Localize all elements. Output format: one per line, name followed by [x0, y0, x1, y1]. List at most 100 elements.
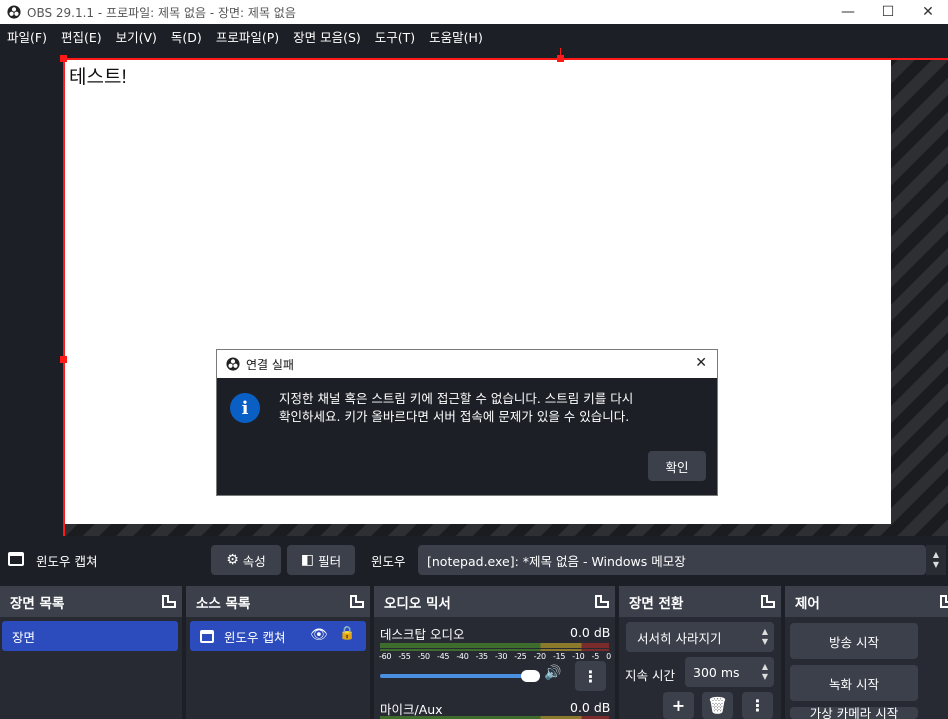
meter-scale-tick: -55	[398, 652, 411, 661]
sources-dock: 소스 목록	[186, 586, 370, 719]
filter-icon: ◧	[300, 552, 315, 568]
transitions-dock-title: 장면 전환	[629, 595, 684, 612]
desktop-audio-volume-track[interactable]	[380, 674, 522, 678]
meter-scale-tick: -45	[436, 652, 450, 661]
mic-aux-level: 0.0 dB	[570, 700, 611, 715]
kebab-icon: ⋮	[749, 696, 766, 715]
info-icon: i	[230, 393, 260, 423]
transition-menu-button[interactable]: ⋮	[742, 692, 773, 719]
menu-file[interactable]: 파일(F)	[2, 27, 52, 46]
add-transition-button[interactable]: +	[663, 692, 694, 719]
meter-scale-tick: -60	[379, 652, 392, 661]
start-recording-button[interactable]: 녹화 시작	[790, 665, 918, 701]
meter-scale-tick: 0	[606, 652, 611, 661]
meter-scale-tick: -40	[456, 652, 469, 661]
window-capture-icon	[8, 552, 24, 566]
scenes-dock-header: 장면 목록	[0, 586, 182, 617]
mixer-dock-title: 오디오 믹서	[384, 595, 451, 612]
eye-icon[interactable]: 👁	[310, 627, 328, 643]
meter-scale-tick: -30	[494, 652, 508, 661]
filters-label: 필터	[318, 553, 342, 569]
meter-scale-tick: -10	[572, 652, 585, 661]
filters-button[interactable]: ◧ 필터	[287, 545, 355, 575]
menu-scene-collection[interactable]: 장면 모음(S)	[288, 27, 366, 46]
scenes-dock-title: 장면 목록	[10, 595, 65, 612]
close-window-button[interactable]: ✕	[908, 0, 948, 24]
menu-docks[interactable]: 독(D)	[166, 27, 207, 46]
source-item[interactable]: 윈도우 캡쳐 👁 🔒	[190, 621, 366, 651]
start-virtual-camera-button[interactable]: 가상 카메라 시작	[790, 707, 918, 719]
speaker-icon[interactable]: 🔊	[544, 665, 561, 681]
selected-source-name: 윈도우 캡쳐	[36, 554, 98, 569]
selection-border-left	[63, 58, 65, 536]
connection-failed-dialog: 연결 실패 ✕ i 지정한 채널 혹은 스트림 키에 접근할 수 없습니다. 스…	[216, 349, 718, 496]
transitions-dock-header: 장면 전환	[619, 586, 781, 617]
meter-scale-tick: -20	[533, 652, 546, 661]
meter-scale-tick: -50	[417, 652, 430, 661]
kebab-icon: ⋮	[582, 666, 599, 686]
ok-button[interactable]: 확인	[648, 451, 706, 481]
desktop-audio-label: 데스크탑 오디오	[380, 627, 465, 642]
canvas-text: 테스트!	[69, 67, 127, 88]
scene-item[interactable]: 장면	[2, 621, 178, 651]
menu-tools[interactable]: 도구(T)	[370, 27, 420, 46]
transition-select-value: 서서히 사라지기	[637, 630, 722, 646]
scene-item-label: 장면	[12, 629, 36, 645]
float-dock-icon[interactable]	[940, 595, 948, 608]
transition-select[interactable]: 서서히 사라지기 ▲ ▼	[626, 622, 774, 652]
float-dock-icon[interactable]	[350, 595, 364, 608]
chevron-down-icon: ▼	[932, 560, 940, 569]
stepper-icon[interactable]: ▲ ▼	[762, 662, 768, 682]
selection-border-top	[63, 58, 948, 60]
dialog-message: 지정한 채널 혹은 스트림 키에 접근할 수 없습니다. 스트림 키를 다시 확…	[279, 390, 699, 426]
desktop-audio-meter-secondary	[380, 649, 609, 651]
meter-scale-tick: -15	[552, 652, 566, 661]
meter-scale-tick: -5	[591, 652, 600, 661]
remove-transition-button[interactable]: 🗑	[702, 692, 733, 719]
resize-handle-middle-left[interactable]	[60, 356, 67, 363]
window-select-value: [notepad.exe]: *제목 없음 - Windows 메모장	[427, 553, 686, 569]
float-dock-icon[interactable]	[595, 595, 609, 608]
controls-dock-header: 제어	[785, 586, 948, 617]
start-streaming-button[interactable]: 방송 시작	[790, 623, 918, 659]
window-capture-icon	[200, 629, 214, 643]
chevron-updown-icon: ▲ ▼	[761, 627, 768, 646]
lock-icon[interactable]: 🔒	[339, 626, 355, 641]
obs-logo-icon	[226, 357, 240, 371]
desktop-audio-volume-handle[interactable]	[521, 670, 540, 682]
resize-handle-top-center[interactable]	[557, 55, 564, 62]
dialog-close-button[interactable]: ✕	[695, 355, 707, 371]
float-dock-icon[interactable]	[761, 595, 775, 608]
scenes-dock: 장면 목록	[0, 586, 182, 719]
gear-icon: ⚙	[226, 552, 239, 568]
dialog-message-line: 지정한 채널 혹은 스트림 키에 접근할 수 없습니다. 스트림 키를 다시	[279, 391, 634, 406]
meter-scale: -60 -55 -50 -45 -40 -35 -30 -25 -20 -15 …	[379, 652, 611, 661]
menu-help[interactable]: 도움말(H)	[424, 27, 488, 46]
virtual-camera-label: 가상 카메라 시작	[809, 707, 899, 719]
window-label: 윈도우	[371, 554, 406, 569]
properties-button[interactable]: ⚙ 속성	[211, 545, 281, 575]
window-title: OBS 29.1.1 - 프로파일: 제목 없음 - 장면: 제목 없음	[27, 5, 296, 20]
window-select[interactable]: [notepad.exe]: *제목 없음 - Windows 메모장	[418, 545, 926, 575]
obs-logo-icon	[7, 5, 21, 19]
window-select-arrows[interactable]: ▲ ▼	[926, 545, 946, 575]
resize-handle-top-left[interactable]	[60, 55, 67, 62]
title-bar: OBS 29.1.1 - 프로파일: 제목 없음 - 장면: 제목 없음 — ☐…	[0, 0, 948, 24]
meter-scale-tick: -25	[514, 652, 527, 661]
desktop-audio-menu-button[interactable]: ⋮	[575, 661, 606, 691]
dialog-title-bar: 연결 실패 ✕	[217, 350, 717, 378]
chevron-up-icon: ▲	[932, 550, 940, 559]
maximize-button[interactable]: ☐	[868, 0, 908, 24]
dialog-message-line: 확인하세요. 키가 올바르다면 서버 접속에 문제가 있을 수 있습니다.	[279, 409, 630, 424]
duration-input[interactable]: 300 ms ▲ ▼	[685, 657, 774, 687]
menu-profile[interactable]: 프로파일(P)	[211, 27, 284, 46]
minimize-button[interactable]: —	[828, 0, 868, 24]
duration-value: 300 ms	[693, 664, 740, 680]
menu-edit[interactable]: 편집(E)	[56, 27, 107, 46]
menu-bar: 파일(F) 편집(E) 보기(V) 독(D) 프로파일(P) 장면 모음(S) …	[0, 24, 948, 48]
desktop-audio-level: 0.0 dB	[570, 625, 611, 640]
float-dock-icon[interactable]	[162, 595, 176, 608]
meter-scale-tick: -35	[475, 652, 488, 661]
desktop-audio-meter	[380, 643, 609, 648]
menu-view[interactable]: 보기(V)	[111, 27, 162, 46]
